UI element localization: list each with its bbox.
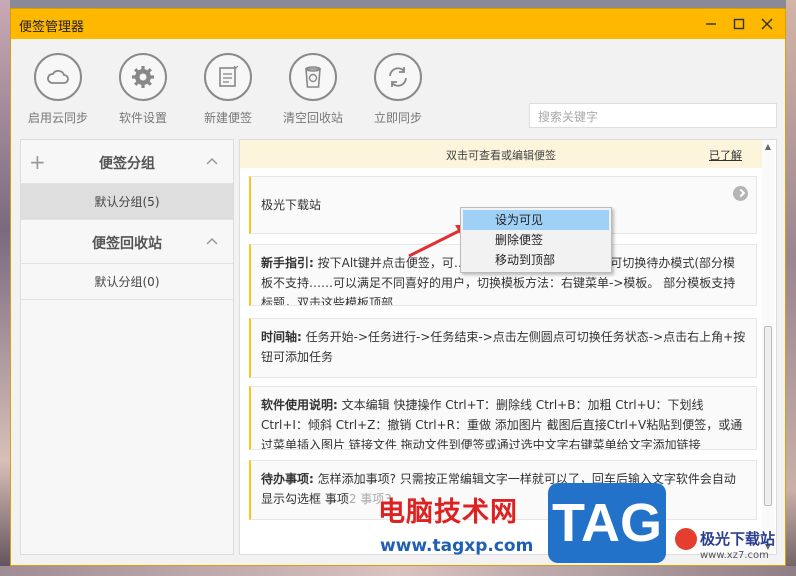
- recycle-bin-title: 便签回收站: [92, 236, 162, 252]
- note-title: 新手指引:: [261, 256, 314, 270]
- note-title: 时间轴:: [261, 330, 302, 344]
- watermark-url: www.tagxp.com: [380, 536, 534, 556]
- app-window: 便签管理器 启用云同步 软件设置 新建便签 清空回收站 立即同步 搜索关键字 +…: [10, 8, 786, 566]
- watermark-site-name: 极光下载站: [700, 530, 776, 548]
- site-logo-icon: [675, 528, 697, 550]
- window-controls: [697, 9, 781, 39]
- sync-now-button[interactable]: 立即同步: [363, 53, 433, 126]
- scrollbar[interactable]: ▲ ▼: [762, 140, 774, 554]
- recycle-bin-icon: [289, 53, 337, 101]
- window-title: 便签管理器: [19, 20, 85, 35]
- maximize-icon: [733, 18, 745, 30]
- scrollbar-thumb[interactable]: [764, 326, 772, 506]
- search-input[interactable]: 搜索关键字: [529, 103, 777, 128]
- watermark-site-url: www.xz7.com: [700, 550, 769, 561]
- dismiss-hint-link[interactable]: 已了解: [709, 147, 742, 163]
- note-text: 任务开始->任务进行->任务结束->点击左侧圆点可切换任务状态->点击右上角+按…: [261, 330, 746, 364]
- minimize-icon: [706, 23, 716, 25]
- chevron-up-icon[interactable]: [205, 154, 219, 168]
- sidebar-item-recycle-default-group[interactable]: 默认分组(0): [21, 264, 233, 300]
- software-settings-button[interactable]: 软件设置: [108, 53, 178, 126]
- note-groups-header[interactable]: + 便签分组: [21, 140, 233, 184]
- cloud-icon: [34, 53, 82, 101]
- enable-cloud-sync-button[interactable]: 启用云同步: [23, 53, 93, 126]
- hint-bar: 双击可查看或编辑便签 已了解: [240, 140, 762, 168]
- desktop-background-bottom: [0, 566, 796, 576]
- desktop-background-right: [786, 0, 796, 576]
- maximize-button[interactable]: [725, 9, 753, 39]
- minimize-button[interactable]: [697, 9, 725, 39]
- new-note-label: 新建便签: [203, 111, 252, 125]
- note-title: 待办事项:: [261, 472, 314, 486]
- gear-icon: [119, 53, 167, 101]
- empty-recycle-bin-button[interactable]: 清空回收站: [278, 53, 348, 126]
- new-note-button[interactable]: 新建便签: [193, 53, 263, 126]
- hint-text: 双击可查看或编辑便签: [446, 149, 556, 162]
- menu-item-move-to-top[interactable]: 移动到顶部: [463, 250, 609, 270]
- sidebar: + 便签分组 默认分组(5) 便签回收站 默认分组(0): [20, 139, 234, 555]
- toolbar: 启用云同步 软件设置 新建便签 清空回收站 立即同步 搜索关键字: [11, 39, 785, 139]
- software-settings-label: 软件设置: [118, 111, 167, 125]
- sync-icon: [374, 53, 422, 101]
- sync-now-label: 立即同步: [373, 111, 422, 125]
- close-icon: [761, 18, 773, 30]
- context-menu: 设为可见 删除便签 移动到顶部: [460, 207, 612, 273]
- sidebar-item-default-group[interactable]: 默认分组(5): [21, 184, 233, 220]
- close-button[interactable]: [753, 9, 781, 39]
- scroll-up-icon[interactable]: ▲: [763, 142, 773, 152]
- recycle-bin-header[interactable]: 便签回收站: [21, 220, 233, 264]
- chevron-up-icon[interactable]: [205, 234, 219, 248]
- watermark-text: 电脑技术网: [378, 497, 518, 528]
- chevron-right-icon[interactable]: [733, 186, 748, 201]
- note-text: 极光下载站: [261, 198, 322, 212]
- menu-item-delete-note[interactable]: 删除便签: [463, 230, 609, 250]
- empty-recycle-bin-label: 清空回收站: [282, 111, 343, 125]
- search-placeholder: 搜索关键字: [538, 110, 599, 124]
- note-card[interactable]: 软件使用说明: 文本编辑 快捷操作 Ctrl+T：删除线 Ctrl+B：加粗 C…: [249, 386, 757, 450]
- enable-cloud-sync-label: 启用云同步: [27, 111, 88, 125]
- note-title: 软件使用说明:: [261, 398, 338, 412]
- menu-item-set-visible[interactable]: 设为可见: [463, 210, 609, 230]
- note-groups-title: 便签分组: [99, 156, 155, 172]
- watermark-tag-logo: TAG: [548, 483, 666, 563]
- title-bar[interactable]: 便签管理器: [11, 9, 785, 39]
- note-card[interactable]: 时间轴: 任务开始->任务进行->任务结束->点击左侧圆点可切换任务状态->点击…: [249, 318, 757, 378]
- new-note-icon: [204, 53, 252, 101]
- desktop-background-left: [0, 0, 10, 576]
